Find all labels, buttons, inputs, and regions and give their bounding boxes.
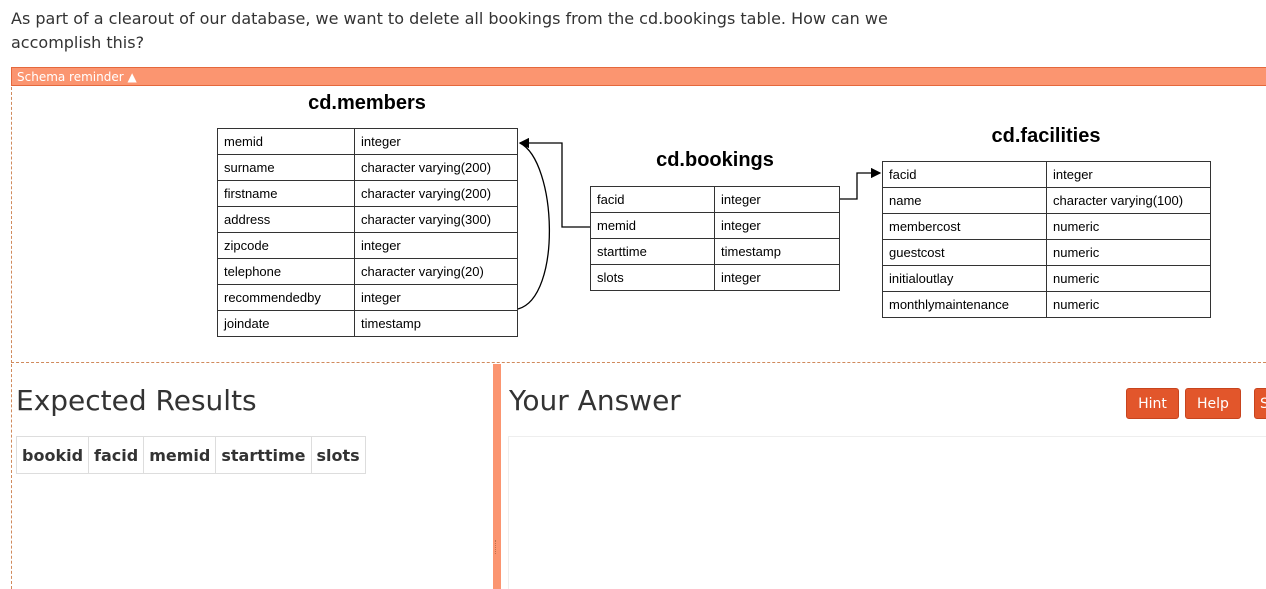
question-text: As part of a clearout of our database, w…	[11, 9, 888, 52]
result-column-header: slots	[310, 436, 366, 474]
answer-editor[interactable]	[508, 436, 1266, 589]
your-answer-pane: Your Answer Hint Help S	[501, 364, 1266, 589]
schema-reminder-label: Schema reminder ▲	[17, 70, 137, 84]
help-button[interactable]: Help	[1185, 388, 1241, 419]
expected-results-table: bookid facid memid starttime slots	[15, 436, 366, 474]
relationship-lines	[517, 137, 882, 310]
result-column-header: bookid	[15, 436, 90, 474]
expected-results-heading: Expected Results	[16, 384, 257, 417]
bookings-facid-to-facilities-link	[840, 167, 882, 200]
expected-results-pane: Expected Results bookid facid memid startti…	[11, 364, 493, 589]
result-column-header: facid	[88, 436, 145, 474]
your-answer-heading: Your Answer	[509, 384, 681, 417]
schema-diagram: cd.members memid integer surname character …	[11, 87, 1266, 363]
schema-reminder-toggle[interactable]: Schema reminder ▲	[11, 67, 1266, 86]
bookings-memid-to-members-link	[518, 137, 590, 228]
splitter-grip-icon	[495, 540, 498, 554]
result-column-header: starttime	[215, 436, 312, 474]
submit-button[interactable]: S	[1254, 388, 1266, 419]
recommendedby-to-memid-link	[517, 142, 550, 310]
pane-splitter[interactable]	[493, 364, 501, 589]
hint-button[interactable]: Hint	[1126, 388, 1179, 419]
result-column-header: memid	[143, 436, 217, 474]
